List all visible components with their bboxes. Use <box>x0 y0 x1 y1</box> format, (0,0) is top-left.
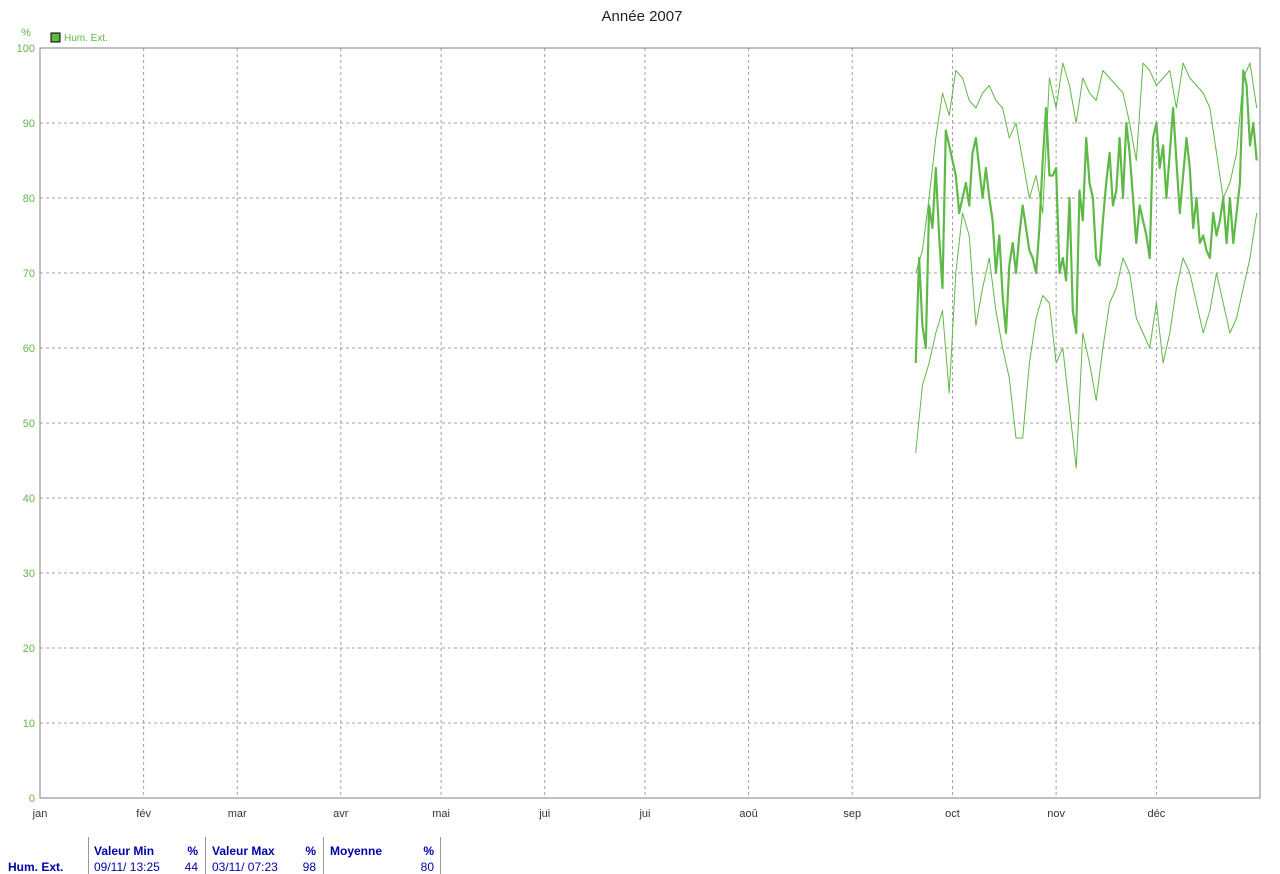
x-tick-label: nov <box>1047 808 1065 820</box>
x-tick-label: mar <box>228 808 247 820</box>
grid-lines <box>40 48 1260 798</box>
min-datetime: 09/11/ 13:25 <box>94 860 160 874</box>
stats-separator <box>323 837 324 874</box>
stats-separator <box>440 837 441 874</box>
humidity-chart: Année 2007 % Hum. Ext. 0 10 20 30 40 50 60 70 80… <box>17 8 1261 820</box>
x-tick-label: jui <box>538 808 550 820</box>
stats-separator <box>88 837 89 874</box>
y-tick-label: 40 <box>23 493 35 505</box>
max-datetime: 03/11/ 07:23 <box>212 860 278 874</box>
x-tick-label: avr <box>333 808 349 820</box>
legend-swatch <box>50 32 61 43</box>
max-unit: % <box>305 844 316 858</box>
y-tick-label: 0 <box>29 793 35 805</box>
x-tick-label: mai <box>432 808 450 820</box>
y-tick-label: 90 <box>23 118 35 130</box>
stats-panel: Hum. Ext. Valeur Min % 09/11/ 13:25 44 V… <box>0 835 1280 874</box>
chart-title: Année 2007 <box>602 8 683 25</box>
min-unit: % <box>187 844 198 858</box>
series-lines <box>914 62 1258 469</box>
x-tick-label: fév <box>136 808 151 820</box>
max-value: 98 <box>302 860 316 874</box>
y-tick-label: 70 <box>23 268 35 280</box>
x-tick-label: déc <box>1148 808 1166 820</box>
series-line-min <box>915 212 1258 469</box>
y-tick-label: 20 <box>23 643 35 655</box>
avg-value: 80 <box>420 860 434 874</box>
y-tick-label: 50 <box>23 418 35 430</box>
avg-unit: % <box>423 844 434 858</box>
max-header: Valeur Max <box>212 844 275 858</box>
series-line-moyenne <box>914 69 1258 364</box>
x-tick-label: oct <box>945 808 960 820</box>
y-tick-label: 30 <box>23 568 35 580</box>
x-tick-label: jui <box>638 808 650 820</box>
avg-header: Moyenne <box>330 844 383 858</box>
stats-separator <box>205 837 206 874</box>
x-axis-ticks: jan fév mar avr mai jui jui aoû sep oct nov déc <box>32 808 1166 820</box>
y-axis-ticks: 0 10 20 30 40 50 60 70 80 90 100 <box>17 43 35 805</box>
y-tick-label: 80 <box>23 193 35 205</box>
y-tick-label: 10 <box>23 718 35 730</box>
x-tick-label: jan <box>32 808 48 820</box>
min-value: 44 <box>184 860 198 874</box>
min-header: Valeur Min <box>94 844 155 858</box>
y-tick-label: 100 <box>17 43 35 55</box>
x-tick-label: aoû <box>739 808 757 820</box>
legend-label: Hum. Ext. <box>64 33 108 44</box>
y-axis-unit: % <box>21 27 31 39</box>
x-tick-label: sep <box>843 808 861 820</box>
y-tick-label: 60 <box>23 343 35 355</box>
stats-row-label: Hum. Ext. <box>8 860 64 874</box>
